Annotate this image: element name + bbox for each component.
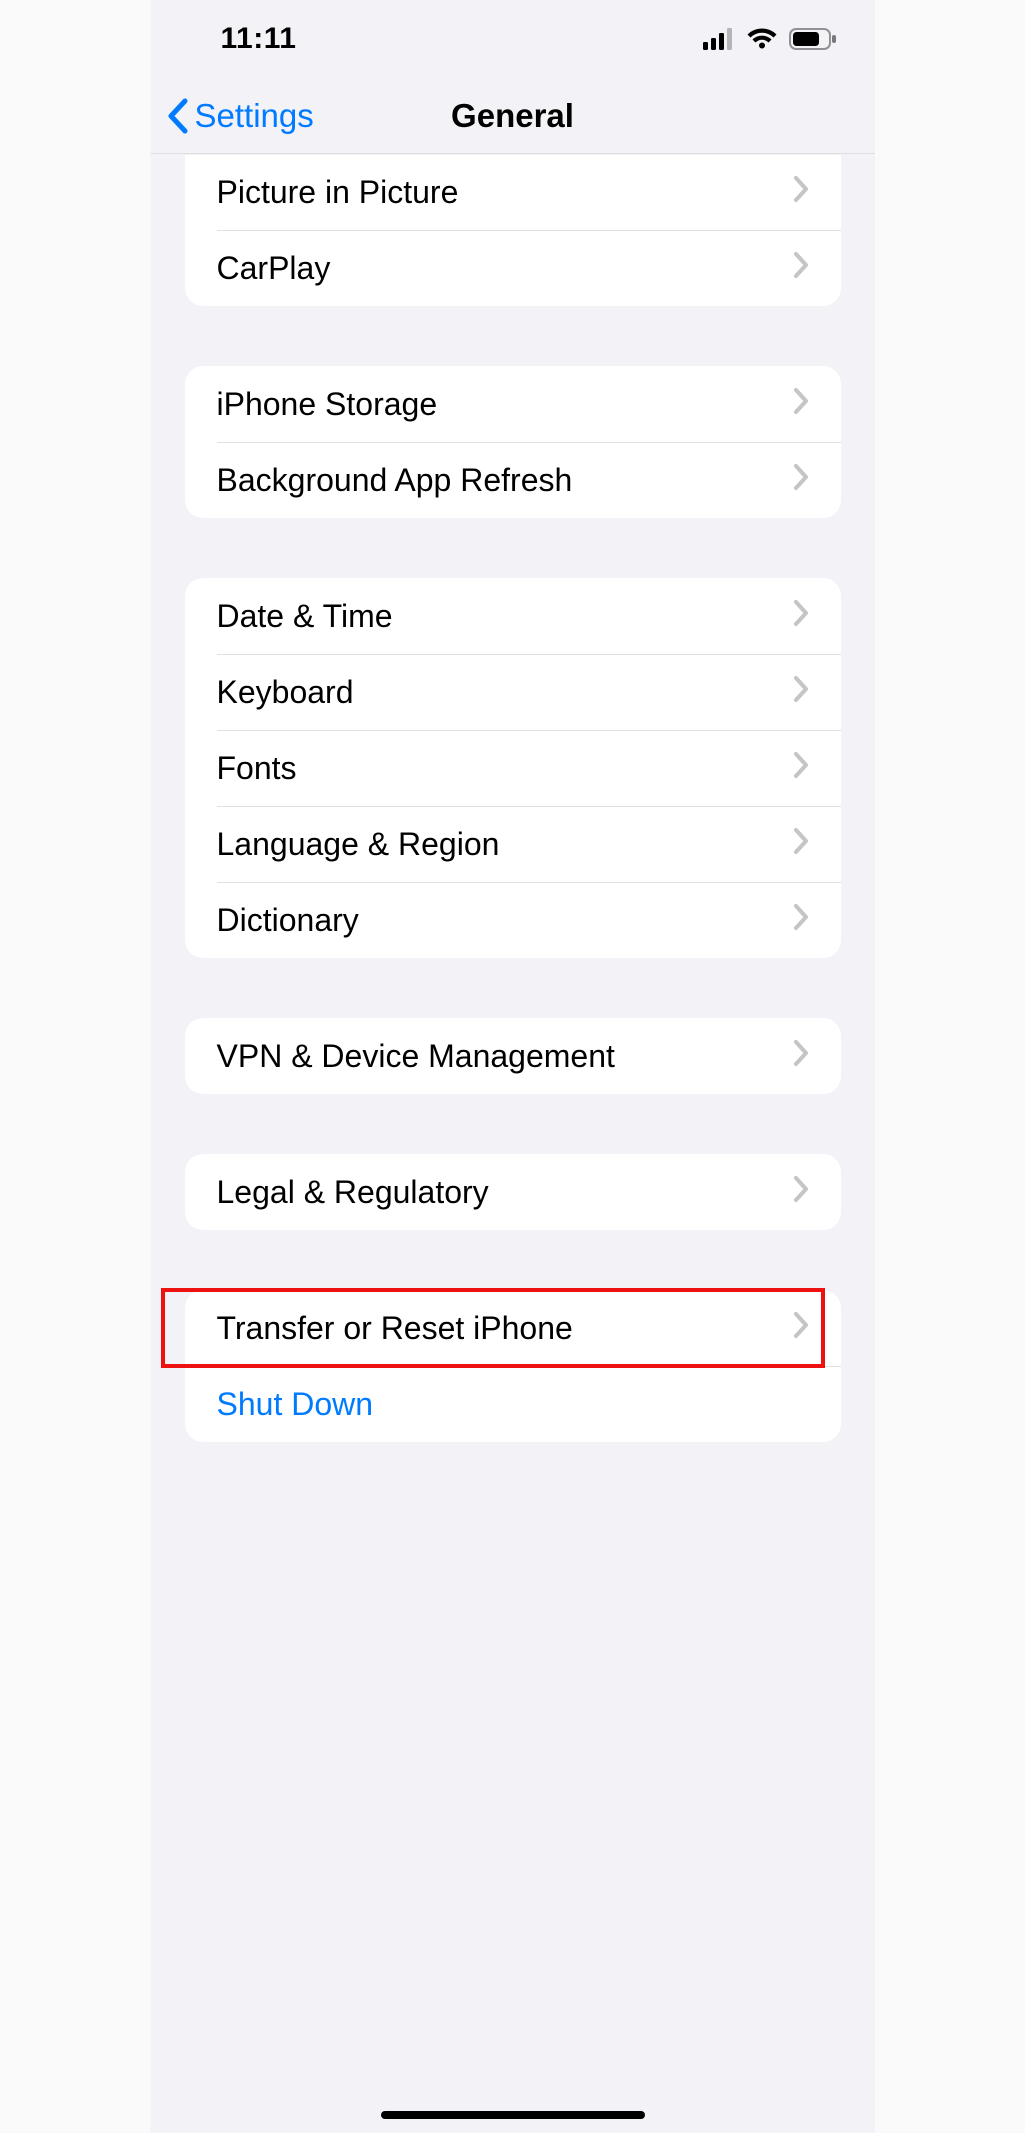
settings-row[interactable]: Background App Refresh xyxy=(185,442,841,518)
chevron-right-icon xyxy=(793,902,809,939)
settings-group: Date & Time Keyboard Fonts Language & Regio… xyxy=(185,578,841,958)
back-label: Settings xyxy=(195,97,314,135)
chevron-left-icon xyxy=(165,97,191,135)
settings-row-label: Language & Region xyxy=(217,826,793,863)
home-indicator[interactable] xyxy=(381,2111,645,2119)
settings-group: VPN & Device Management xyxy=(185,1018,841,1094)
back-button[interactable]: Settings xyxy=(165,97,314,135)
page-title: General xyxy=(451,97,574,135)
settings-row-label: Keyboard xyxy=(217,674,793,711)
settings-row[interactable]: Dictionary xyxy=(185,882,841,958)
settings-content[interactable]: Picture in Picture CarPlay iPhone Storage B… xyxy=(151,154,875,2133)
settings-row-label: CarPlay xyxy=(217,250,793,287)
settings-group: Picture in Picture CarPlay xyxy=(185,154,841,306)
chevron-right-icon xyxy=(793,1310,809,1347)
settings-group: Legal & Regulatory xyxy=(185,1154,841,1230)
settings-row-label: iPhone Storage xyxy=(217,386,793,423)
wifi-icon xyxy=(746,27,778,51)
settings-row[interactable]: Language & Region xyxy=(185,806,841,882)
settings-row-label: Fonts xyxy=(217,750,793,787)
phone-screen: 11:11 xyxy=(151,0,875,2133)
chevron-right-icon xyxy=(793,674,809,711)
settings-row-label: Picture in Picture xyxy=(217,174,793,211)
settings-row-label: Legal & Regulatory xyxy=(217,1174,793,1211)
chevron-right-icon xyxy=(793,1038,809,1075)
chevron-right-icon xyxy=(793,1174,809,1211)
settings-row[interactable]: Fonts xyxy=(185,730,841,806)
settings-row-label: Dictionary xyxy=(217,902,793,939)
settings-row[interactable]: Shut Down xyxy=(185,1366,841,1442)
settings-row[interactable]: VPN & Device Management xyxy=(185,1018,841,1094)
settings-row-label: Background App Refresh xyxy=(217,462,793,499)
settings-row[interactable]: Transfer or Reset iPhone xyxy=(185,1290,841,1366)
settings-row-label: Shut Down xyxy=(217,1386,793,1423)
settings-row-label: VPN & Device Management xyxy=(217,1038,793,1075)
settings-row[interactable]: iPhone Storage xyxy=(185,366,841,442)
chevron-right-icon xyxy=(793,250,809,287)
settings-group: Transfer or Reset iPhone Shut Down xyxy=(185,1290,841,1442)
chevron-right-icon xyxy=(793,826,809,863)
chevron-right-icon xyxy=(793,386,809,423)
status-bar: 11:11 xyxy=(151,0,875,78)
settings-group: iPhone Storage Background App Refresh xyxy=(185,366,841,518)
settings-row[interactable]: Legal & Regulatory xyxy=(185,1154,841,1230)
chevron-right-icon xyxy=(793,174,809,211)
chevron-right-icon xyxy=(793,598,809,635)
cellular-icon xyxy=(703,28,735,50)
settings-row[interactable]: Keyboard xyxy=(185,654,841,730)
status-time: 11:11 xyxy=(185,22,297,56)
settings-row-label: Transfer or Reset iPhone xyxy=(217,1310,793,1347)
chevron-right-icon xyxy=(793,750,809,787)
settings-row-label: Date & Time xyxy=(217,598,793,635)
status-indicators xyxy=(703,27,841,51)
settings-row[interactable]: Picture in Picture xyxy=(185,154,841,230)
settings-row[interactable]: CarPlay xyxy=(185,230,841,306)
nav-bar: Settings General xyxy=(151,78,875,154)
battery-icon xyxy=(789,27,837,51)
settings-row[interactable]: Date & Time xyxy=(185,578,841,654)
chevron-right-icon xyxy=(793,462,809,499)
